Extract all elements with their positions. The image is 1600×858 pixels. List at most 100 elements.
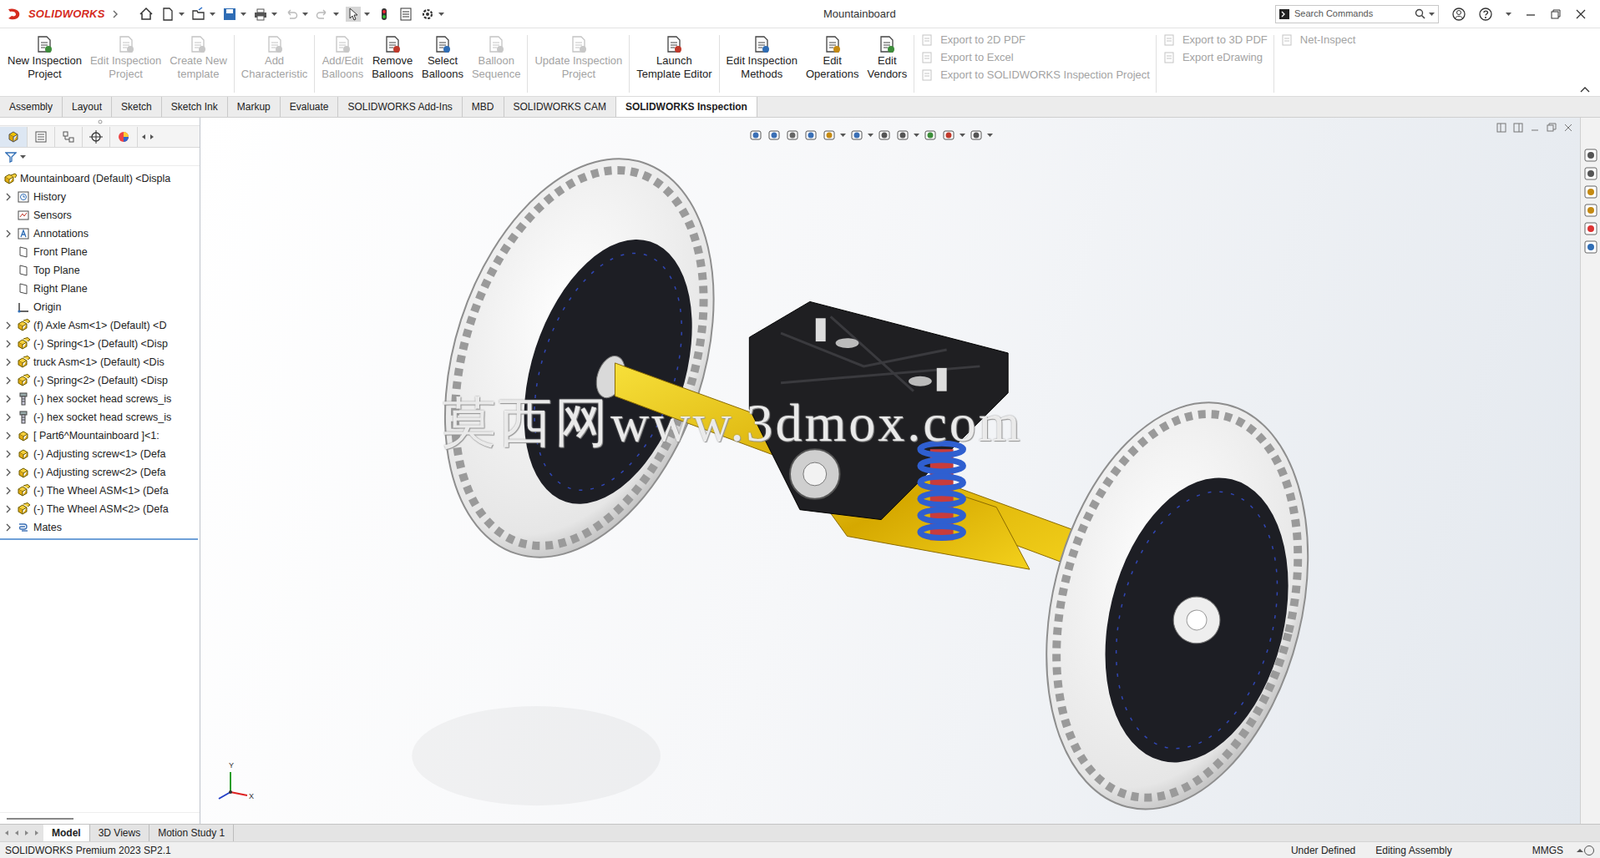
view-orientation-icon[interactable]: [849, 127, 865, 143]
app-brand[interactable]: SOLIDWORKS: [28, 5, 106, 23]
ribbon-button-label[interactable]: Balloons: [321, 67, 364, 82]
tree-item[interactable]: Front Plane: [0, 243, 200, 262]
tree-item[interactable]: (-) The Wheel ASM<1> (Defa: [0, 481, 200, 501]
ribbon-button-label[interactable]: Edit: [822, 54, 841, 68]
export-command[interactable]: Export to 2D PDF: [920, 31, 1150, 50]
doc-minimize-icon[interactable]: [1529, 122, 1540, 133]
tree-item-label[interactable]: (-) Spring<1> (Default) <Disp: [33, 336, 168, 353]
tree-item-label[interactable]: Sensors: [33, 207, 72, 224]
filter-icon[interactable]: [5, 151, 17, 163]
expand-arrow-icon[interactable]: [3, 486, 14, 497]
tree-item[interactable]: (-) hex socket head screws_is: [0, 408, 200, 427]
feature-tree-icon[interactable]: [5, 129, 21, 145]
export-command[interactable]: Export eDrawing: [1162, 49, 1268, 67]
hud-caret-icon[interactable]: [959, 132, 966, 138]
expand-arrow-icon[interactable]: [3, 449, 14, 460]
dropdown-caret-icon[interactable]: [333, 11, 340, 17]
ribbon-button-label[interactable]: Sequence: [471, 67, 522, 82]
export-icon[interactable]: [1162, 33, 1176, 47]
ribbon-button[interactable]: AddCharacteristic: [237, 31, 312, 84]
tree-item-label[interactable]: (-) hex socket head screws_is: [33, 410, 172, 426]
tree-item[interactable]: [ Part6^Mountainboard ]<1:: [0, 426, 200, 446]
display-manager-icon[interactable]: [116, 129, 132, 145]
dimxpert-icon[interactable]: [88, 129, 104, 145]
scroll-right-icon[interactable]: [149, 133, 155, 141]
tree-item[interactable]: (-) Spring<1> (Default) <Disp: [0, 334, 200, 354]
view-settings-icon[interactable]: [968, 127, 984, 143]
inspection-command-icon[interactable]: [432, 34, 453, 55]
tab-first-icon[interactable]: [3, 830, 11, 837]
print-icon[interactable]: [253, 6, 269, 22]
configuration-manager-icon[interactable]: [60, 129, 76, 145]
expand-arrow-icon[interactable]: [3, 467, 14, 478]
ribbon-button-label[interactable]: Remove: [372, 54, 413, 68]
inspection-command-icon[interactable]: [34, 34, 55, 55]
command-tab[interactable]: Evaluate: [280, 96, 340, 117]
export-label[interactable]: Export to SOLIDWORKS Inspection Project: [940, 66, 1150, 85]
help-caret-icon[interactable]: [1505, 11, 1512, 17]
scroll-left-icon[interactable]: [141, 133, 147, 141]
tree-item-label[interactable]: History: [33, 189, 66, 206]
filter-caret-icon[interactable]: [20, 154, 26, 160]
ribbon-button[interactable]: Update InspectionProject: [530, 31, 627, 84]
dropdown-caret-icon[interactable]: [240, 11, 247, 17]
tree-item-label[interactable]: (-) Spring<2> (Default) <Disp: [33, 373, 168, 390]
tree-item-label[interactable]: [ Part6^Mountainboard ]<1:: [33, 428, 160, 445]
ribbon-button[interactable]: BalloonSequence: [467, 31, 526, 84]
ribbon-button-label[interactable]: Launch: [656, 54, 693, 68]
tree-item-label[interactable]: (-) hex socket head screws_is: [33, 391, 172, 408]
panel-grip-icon[interactable]: [97, 119, 103, 125]
doc-restore-icon[interactable]: [1546, 122, 1557, 133]
tree-item[interactable]: (-) hex socket head screws_is: [0, 389, 200, 409]
resources-icon[interactable]: [1583, 147, 1599, 163]
dropdown-caret-icon[interactable]: [178, 11, 185, 17]
tile-right-icon[interactable]: [1513, 122, 1524, 133]
ribbon-button-label[interactable]: Edit: [877, 54, 897, 68]
redo-icon[interactable]: [314, 6, 330, 22]
tree-item[interactable]: Mountainboard (Default) <Displa: [0, 169, 200, 188]
hud-caret-icon[interactable]: [840, 132, 846, 138]
export-command[interactable]: Net-Inspect: [1280, 31, 1356, 50]
ribbon-button-label[interactable]: New Inspection: [7, 54, 82, 68]
ribbon-button[interactable]: Create Newtemplate: [165, 31, 232, 84]
tree-item-label[interactable]: (-) Adjusting screw<1> (Defa: [33, 446, 166, 463]
export-label[interactable]: Export to Excel: [940, 49, 1013, 67]
ribbon-button-label[interactable]: Methods: [740, 67, 783, 82]
tile-left-icon[interactable]: [1496, 122, 1507, 133]
expand-arrow-icon[interactable]: [3, 192, 14, 203]
section-view-icon[interactable]: [803, 127, 819, 143]
restore-icon[interactable]: [1549, 8, 1562, 21]
inspection-command-icon[interactable]: [486, 34, 507, 55]
edit-appearance-icon[interactable]: [922, 127, 938, 143]
tree-item-label[interactable]: (f) Axle Asm<1> (Default) <D: [33, 318, 167, 335]
ribbon-button[interactable]: Edit InspectionMethods: [722, 31, 802, 84]
expand-arrow-icon[interactable]: [3, 504, 14, 515]
tree-item-label[interactable]: truck Asm<1> (Default) <Dis: [33, 354, 165, 371]
new-icon[interactable]: [160, 6, 176, 22]
ribbon-button-label[interactable]: Project: [562, 67, 596, 82]
view-palette-icon[interactable]: [1583, 202, 1599, 218]
tree-item-label[interactable]: Mates: [33, 520, 62, 537]
inspection-command-icon[interactable]: [116, 34, 137, 55]
bottom-tab[interactable]: 3D Views: [90, 825, 150, 842]
save-icon[interactable]: [222, 6, 238, 22]
ribbon-button[interactable]: EditVendors: [862, 31, 912, 84]
ribbon-button-label[interactable]: Operations: [805, 67, 860, 82]
appearances-icon[interactable]: [1583, 221, 1599, 237]
export-icon[interactable]: [1162, 50, 1176, 65]
expand-arrow-icon[interactable]: [3, 210, 14, 221]
tree-item-label[interactable]: Mountainboard (Default) <Displa: [20, 171, 171, 188]
select-icon[interactable]: [345, 6, 361, 22]
command-tab[interactable]: SOLIDWORKS Inspection: [616, 96, 758, 117]
ribbon-button-label[interactable]: Edit Inspection: [726, 54, 798, 68]
dynamic-annotation-icon[interactable]: [821, 127, 837, 143]
inspection-command-icon[interactable]: [568, 34, 589, 55]
expand-arrow-icon[interactable]: [3, 339, 14, 350]
expand-arrow-icon[interactable]: [3, 375, 14, 386]
collapse-ribbon-icon[interactable]: [1579, 86, 1590, 93]
tree-item-label[interactable]: (-) Adjusting screw<2> (Defa: [33, 465, 166, 482]
property-manager-icon[interactable]: [33, 129, 49, 145]
inspection-command-icon[interactable]: [663, 34, 684, 55]
options-icon[interactable]: [420, 6, 436, 22]
command-tab[interactable]: SOLIDWORKS CAM: [504, 96, 617, 117]
